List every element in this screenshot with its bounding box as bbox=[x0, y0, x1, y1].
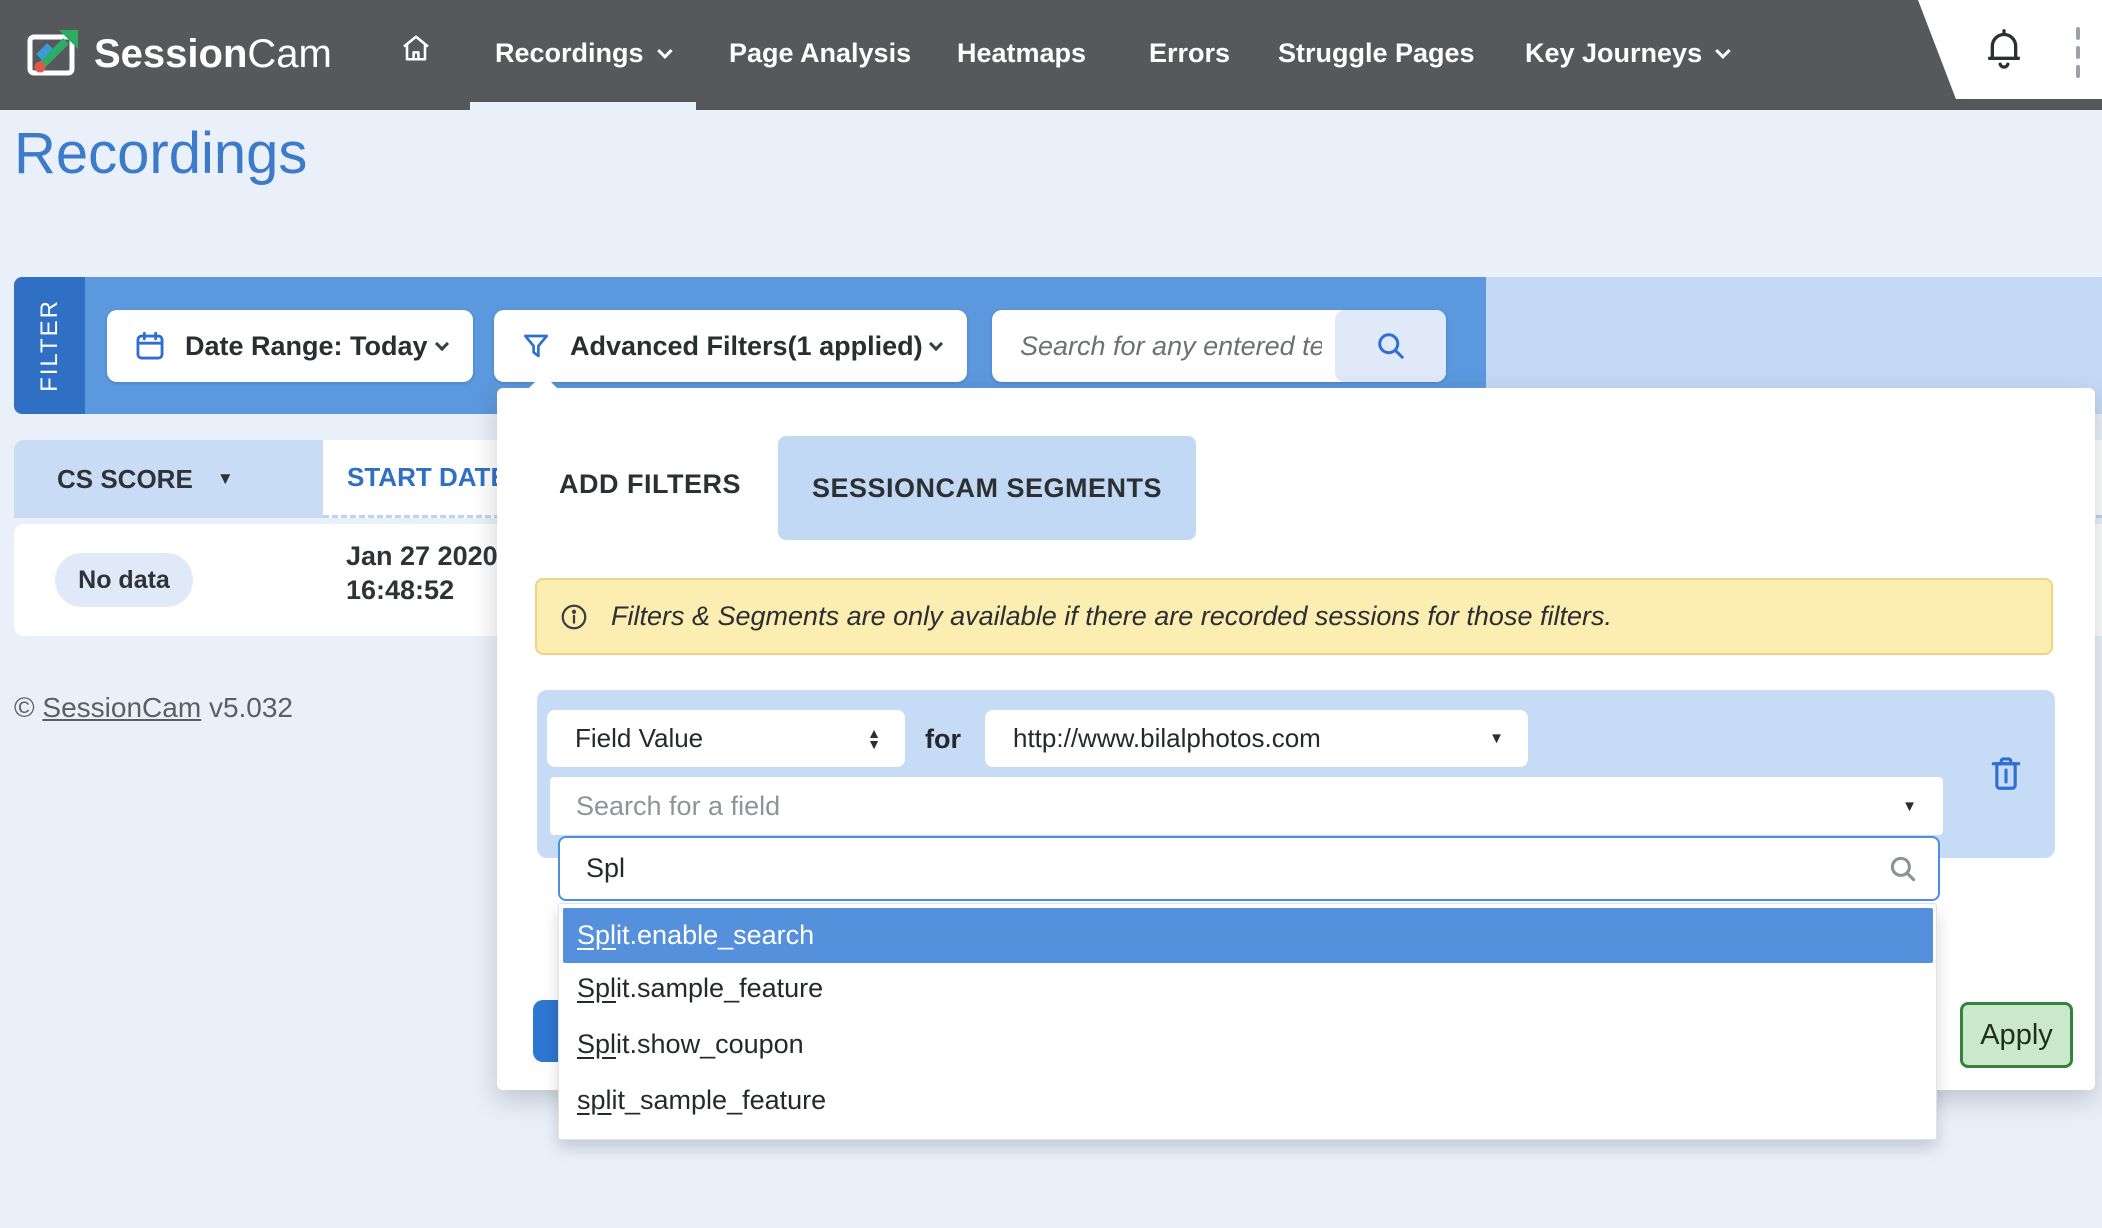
footer-version: v5.032 bbox=[209, 692, 293, 723]
tab-add-filters[interactable]: ADD FILTERS bbox=[559, 466, 741, 502]
nav-item-key-journeys[interactable]: Key Journeys bbox=[1525, 38, 1727, 69]
nav-item-recordings[interactable]: Recordings bbox=[495, 38, 669, 69]
option-match-text: Spl bbox=[577, 920, 616, 950]
chevron-down-icon bbox=[657, 43, 673, 59]
search-button[interactable] bbox=[1335, 310, 1446, 382]
nav-item-label: Errors bbox=[1149, 38, 1230, 68]
search-icon bbox=[1373, 328, 1409, 364]
session-search-input[interactable] bbox=[992, 310, 1322, 382]
apply-button[interactable]: Apply bbox=[1960, 1002, 2073, 1068]
footer-sessioncam-link[interactable]: SessionCam bbox=[42, 692, 201, 723]
for-label: for bbox=[925, 724, 961, 755]
copyright-symbol: © bbox=[14, 692, 35, 723]
nav-item-label: Key Journeys bbox=[1525, 38, 1702, 68]
top-nav-bar: SessionCam Recordings Page Analysis Heat… bbox=[0, 0, 2102, 110]
footer: © SessionCam v5.032 bbox=[14, 692, 293, 724]
info-icon bbox=[559, 602, 589, 632]
filter-side-tab[interactable]: FILTER bbox=[14, 277, 85, 414]
option-rest-text: it.sample_feature bbox=[616, 973, 823, 1003]
nav-item-errors[interactable]: Errors bbox=[1149, 38, 1230, 69]
nav-item-struggle-pages[interactable]: Struggle Pages bbox=[1278, 38, 1475, 69]
tab-sessioncam-segments[interactable]: SESSIONCAM SEGMENTS bbox=[778, 436, 1196, 540]
delete-trash-icon[interactable] bbox=[1987, 752, 2025, 801]
option-match-text: Spl bbox=[577, 1029, 616, 1059]
field-select-combobox[interactable]: Search for a field ▼ bbox=[550, 777, 1943, 835]
panel-pointer-notch bbox=[528, 374, 558, 389]
option-rest-text: it_sample_feature bbox=[612, 1085, 827, 1115]
option-split-show-coupon[interactable]: Split.show_coupon bbox=[559, 1020, 1936, 1068]
chevron-down-icon bbox=[1715, 43, 1731, 59]
page-title: Recordings bbox=[14, 120, 307, 187]
spinner-arrows-icon: ▲▼ bbox=[867, 728, 881, 750]
option-match-text: spl bbox=[577, 1085, 612, 1115]
option-split-sample-feature[interactable]: Split.sample_feature bbox=[559, 964, 1936, 1012]
home-icon[interactable] bbox=[398, 30, 434, 71]
info-banner-text: Filters & Segments are only available if… bbox=[611, 601, 1612, 632]
more-menu-icon[interactable] bbox=[2076, 27, 2080, 78]
option-split-sample-feature-lower[interactable]: split_sample_feature bbox=[559, 1076, 1936, 1124]
nav-item-label: Recordings bbox=[495, 38, 644, 68]
sessioncam-logo-icon bbox=[26, 26, 84, 82]
dropdown-arrow-icon: ▼ bbox=[1489, 730, 1504, 747]
advanced-filters-label: Advanced Filters(1 applied) bbox=[570, 331, 923, 362]
start-date-line2: 16:48:52 bbox=[346, 573, 505, 607]
option-rest-text: it.show_coupon bbox=[616, 1029, 804, 1059]
sort-descending-icon: ▼ bbox=[217, 469, 234, 489]
field-options-dropdown: Split.enable_search Split.sample_feature… bbox=[558, 903, 1937, 1140]
column-label: START DATE bbox=[347, 462, 508, 493]
field-search-input[interactable] bbox=[560, 838, 1850, 899]
site-select[interactable]: http://www.bilalphotos.com ▼ bbox=[985, 710, 1528, 767]
dropdown-arrow-icon: ▼ bbox=[1902, 798, 1917, 815]
info-banner: Filters & Segments are only available if… bbox=[535, 578, 2053, 655]
site-select-value: http://www.bilalphotos.com bbox=[1013, 723, 1321, 754]
advanced-filters-button[interactable]: Advanced Filters(1 applied) bbox=[494, 310, 967, 382]
start-date-line1: Jan 27 2020, bbox=[346, 539, 505, 573]
field-select-placeholder: Search for a field bbox=[576, 791, 780, 822]
field-type-select[interactable]: Field Value ▲▼ bbox=[547, 710, 905, 767]
brand-bold: Session bbox=[94, 32, 247, 76]
start-date-cell: Jan 27 2020, 16:48:52 bbox=[346, 539, 505, 607]
advanced-filters-panel: ADD FILTERS SESSIONCAM SEGMENTS Filters … bbox=[497, 388, 2095, 1090]
cs-score-badge: No data bbox=[55, 553, 193, 607]
nav-item-label: Struggle Pages bbox=[1278, 38, 1475, 68]
column-label: CS SCORE bbox=[57, 464, 193, 495]
notification-bell-icon[interactable] bbox=[1984, 26, 2024, 79]
date-range-label: Date Range: Today bbox=[185, 331, 428, 362]
active-nav-indicator bbox=[470, 102, 696, 110]
chevron-down-icon bbox=[929, 337, 943, 351]
brand-title[interactable]: SessionCam bbox=[94, 32, 332, 77]
option-rest-text: it.enable_search bbox=[616, 920, 814, 950]
date-range-button[interactable]: Date Range: Today bbox=[107, 310, 473, 382]
filter-funnel-icon bbox=[520, 330, 552, 362]
option-match-text: Spl bbox=[577, 973, 616, 1003]
chevron-down-icon bbox=[435, 337, 449, 351]
column-header-cs-score[interactable]: CS SCORE ▼ bbox=[14, 440, 323, 518]
nav-item-label: Page Analysis bbox=[729, 38, 911, 68]
field-search-box bbox=[558, 836, 1940, 901]
brand-light: Cam bbox=[247, 32, 331, 76]
nav-item-page-analysis[interactable]: Page Analysis bbox=[729, 38, 911, 69]
option-split-enable-search[interactable]: Split.enable_search bbox=[563, 908, 1933, 963]
filter-tab-label: FILTER bbox=[36, 299, 64, 392]
nav-item-label: Heatmaps bbox=[957, 38, 1086, 68]
nav-item-heatmaps[interactable]: Heatmaps bbox=[957, 38, 1086, 69]
field-type-value: Field Value bbox=[575, 723, 703, 754]
session-search-box bbox=[992, 310, 1446, 382]
search-icon bbox=[1886, 852, 1920, 891]
calendar-icon bbox=[133, 329, 167, 363]
sessioncam-logo[interactable] bbox=[26, 26, 84, 87]
